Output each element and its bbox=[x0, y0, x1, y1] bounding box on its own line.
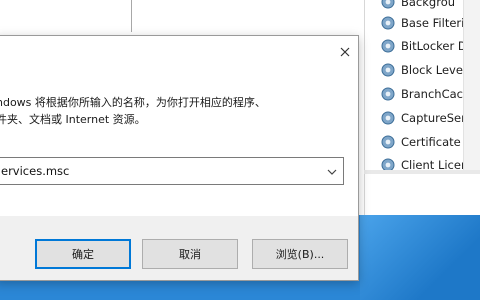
close-button[interactable] bbox=[334, 41, 356, 63]
cancel-button[interactable]: 取消 bbox=[142, 239, 238, 269]
list-item[interactable]: CaptureServ bbox=[380, 108, 473, 128]
list-divider bbox=[364, 0, 365, 215]
run-dialog: ndows 将根据你所输入的名称，为你打开相应的程序、 件夹、文档或 Inter… bbox=[0, 35, 359, 281]
service-name: Certificate P bbox=[401, 135, 472, 149]
open-field-value[interactable]: ervices.msc bbox=[1, 164, 69, 178]
open-combobox[interactable]: ervices.msc bbox=[0, 157, 344, 185]
horizontal-scrollbar[interactable] bbox=[364, 170, 480, 174]
ok-button[interactable]: 确定 bbox=[35, 239, 131, 269]
description-line: 件夹、文档或 Internet 资源。 bbox=[0, 113, 146, 126]
gear-icon bbox=[381, 158, 395, 170]
browse-button[interactable]: 浏览(B)... bbox=[252, 239, 348, 269]
service-name: BitLocker Dr bbox=[401, 39, 472, 53]
gear-icon bbox=[381, 135, 395, 149]
gear-icon bbox=[381, 63, 395, 77]
list-item[interactable]: BitLocker Dr bbox=[380, 36, 471, 56]
gear-icon bbox=[381, 111, 395, 125]
list-item[interactable]: Backgrou bbox=[380, 0, 455, 12]
list-item[interactable]: Block Level bbox=[380, 60, 466, 80]
list-item[interactable]: Client Licens bbox=[380, 155, 474, 170]
gear-icon bbox=[381, 39, 395, 53]
desktop-wallpaper-highlight bbox=[360, 215, 480, 300]
pane-divider bbox=[131, 0, 132, 32]
vertical-scrollbar[interactable] bbox=[463, 0, 480, 170]
gear-icon bbox=[381, 16, 395, 30]
close-icon bbox=[340, 47, 350, 57]
service-name: Backgrou bbox=[401, 0, 456, 9]
description-line: ndows 将根据你所输入的名称，为你打开相应的程序、 bbox=[0, 96, 266, 109]
service-name: Block Level bbox=[401, 63, 467, 77]
gear-icon bbox=[381, 87, 395, 101]
list-item[interactable]: BranchCach bbox=[380, 84, 470, 104]
chevron-down-icon[interactable] bbox=[327, 167, 337, 177]
service-name: BranchCach bbox=[401, 87, 471, 101]
gear-icon bbox=[381, 0, 395, 9]
service-name: CaptureServ bbox=[401, 111, 473, 125]
list-item[interactable]: Certificate P bbox=[380, 132, 471, 152]
dialog-description: ndows 将根据你所输入的名称，为你打开相应的程序、 件夹、文档或 Inter… bbox=[0, 94, 346, 128]
